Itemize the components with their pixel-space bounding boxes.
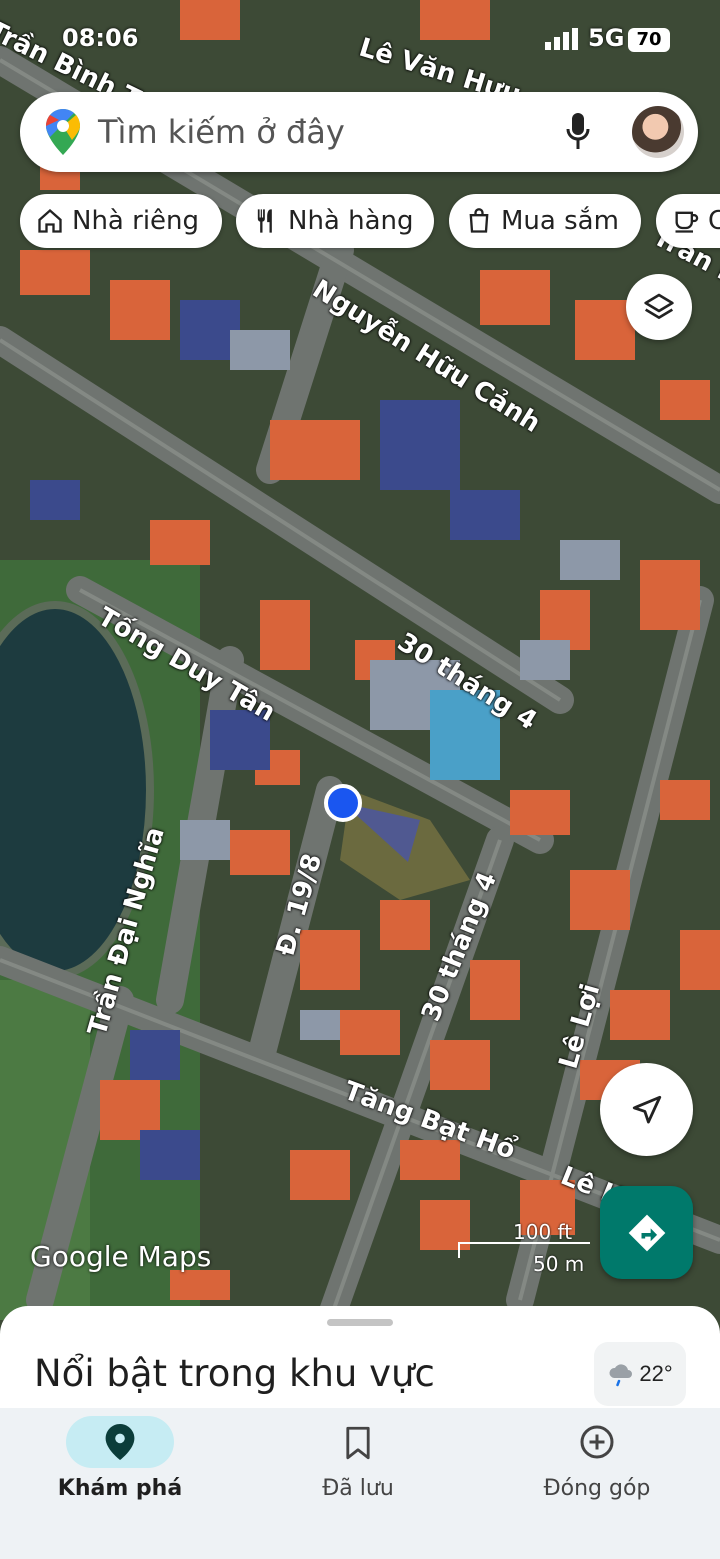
google-maps-pin-icon: [46, 109, 80, 155]
search-bar[interactable]: Tìm kiếm ở đây: [20, 92, 698, 172]
directions-button[interactable]: [600, 1186, 693, 1279]
bookmark-icon: [346, 1426, 370, 1460]
sheet-drag-handle[interactable]: [327, 1319, 393, 1326]
location-pin-icon: [105, 1424, 135, 1460]
signal-icon: [545, 28, 578, 50]
nav-explore-label: Khám phá: [57, 1476, 183, 1501]
scale-bar: 100 ft 50 m: [458, 1220, 590, 1276]
layers-button[interactable]: [626, 274, 692, 340]
microphone-icon[interactable]: [566, 113, 590, 151]
scale-m: 50 m: [533, 1252, 585, 1276]
nav-saved[interactable]: Đã lưu: [238, 1408, 478, 1559]
search-input[interactable]: Tìm kiếm ở đây: [98, 113, 566, 151]
shopping-bag-icon: [469, 208, 489, 233]
layers-icon: [644, 293, 674, 319]
my-location-button[interactable]: [600, 1063, 693, 1156]
coffee-icon: [675, 211, 699, 233]
home-icon: [38, 208, 62, 233]
chip-label: Nhà hàng: [288, 206, 414, 236]
directions-icon: [628, 1214, 665, 1251]
chip-coffee[interactable]: C: [656, 194, 720, 248]
scale-ft: 100 ft: [513, 1220, 573, 1244]
weather-temp: 22°: [639, 1361, 673, 1386]
nav-saved-label: Đã lưu: [322, 1476, 394, 1501]
chip-restaurants[interactable]: Nhà hàng: [236, 194, 434, 248]
add-circle-icon: [580, 1425, 614, 1459]
nav-contribute[interactable]: Đóng góp: [477, 1408, 717, 1559]
battery-level: 70: [636, 29, 662, 50]
bottom-navigation: Khám phá Đã lưu Đóng góp: [0, 1408, 720, 1559]
chip-label: C: [708, 206, 720, 236]
sheet-title: Nổi bật trong khu vực: [34, 1352, 435, 1395]
chip-home[interactable]: Nhà riêng: [20, 194, 222, 248]
status-time: 08:06: [62, 24, 139, 52]
navigation-arrow-icon: [632, 1095, 661, 1123]
nav-explore[interactable]: Khám phá: [0, 1408, 240, 1559]
chip-shopping[interactable]: Mua sắm: [449, 194, 641, 248]
chip-label: Mua sắm: [501, 206, 619, 236]
chip-label: Nhà riêng: [72, 206, 200, 236]
restaurant-icon: [257, 209, 272, 233]
battery-indicator: 70: [628, 28, 670, 52]
nav-contribute-label: Đóng góp: [543, 1476, 651, 1501]
avatar[interactable]: [632, 106, 684, 158]
status-signal: [545, 28, 581, 56]
rain-cloud-icon: [609, 1364, 633, 1387]
weather-chip[interactable]: 22°: [594, 1342, 686, 1406]
google-maps-logo: Google Maps: [30, 1240, 212, 1273]
status-network: 5G: [588, 24, 625, 52]
